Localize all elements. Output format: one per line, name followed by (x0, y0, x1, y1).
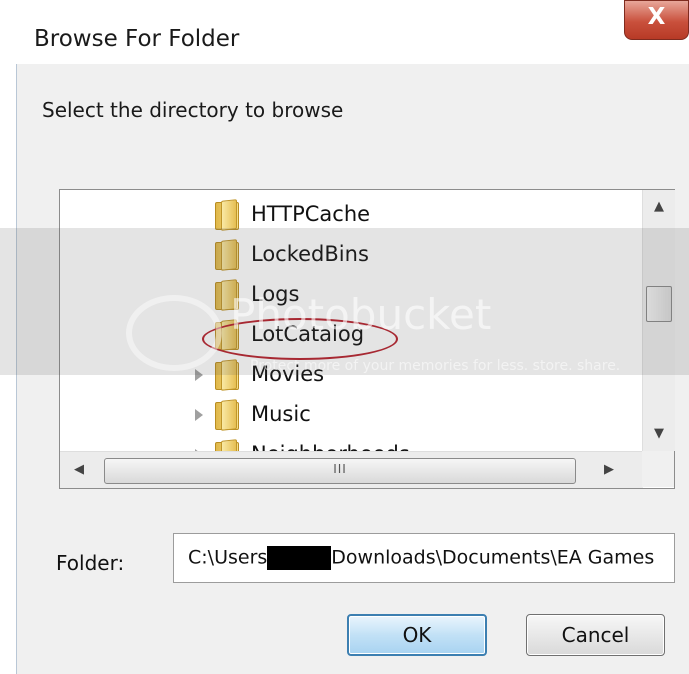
scroll-corner (642, 451, 674, 487)
window-title: Browse For Folder (34, 26, 240, 52)
redaction-block (267, 546, 332, 570)
folder-path-value: C:\Users Downloads\Documents\EA Games (188, 546, 654, 570)
folder-icon (215, 199, 241, 231)
watermark-text: Photobucket (230, 290, 492, 339)
scroll-up-icon[interactable]: ▲ (643, 190, 675, 224)
watermark-logo-icon (126, 295, 222, 371)
close-button[interactable]: X (624, 0, 689, 40)
scroll-down-icon[interactable]: ▼ (643, 417, 675, 451)
instruction-text: Select the directory to browse (42, 98, 344, 122)
folder-icon (215, 399, 241, 431)
scroll-left-icon[interactable]: ◀ (60, 452, 98, 488)
tree-item-label: Music (251, 402, 311, 426)
tree-item-music[interactable]: Music (215, 395, 311, 433)
folder-path-end: Downloads\Documents\EA Games (331, 546, 655, 569)
title-bar: Browse For Folder X (0, 0, 689, 64)
horizontal-scrollbar[interactable]: ◀ III ▶ (60, 451, 643, 488)
browse-for-folder-dialog: Browse For Folder X Select the directory… (0, 0, 689, 674)
folder-field-label: Folder: (56, 551, 125, 575)
watermark-subtext: Protect more of your memories for less. … (250, 358, 621, 374)
cancel-button[interactable]: Cancel (526, 614, 665, 656)
tree-item-label: HTTPCache (251, 202, 371, 226)
horizontal-scroll-thumb[interactable]: III (104, 458, 576, 484)
expand-arrow-icon[interactable] (195, 409, 203, 421)
close-icon: X (647, 4, 666, 30)
scroll-right-icon[interactable]: ▶ (590, 452, 628, 488)
scroll-grip-icon: III (333, 462, 347, 476)
ok-button[interactable]: OK (347, 614, 487, 656)
folder-path-input[interactable]: C:\Users Downloads\Documents\EA Games (173, 533, 675, 583)
folder-path-start: C:\Users (188, 546, 268, 569)
